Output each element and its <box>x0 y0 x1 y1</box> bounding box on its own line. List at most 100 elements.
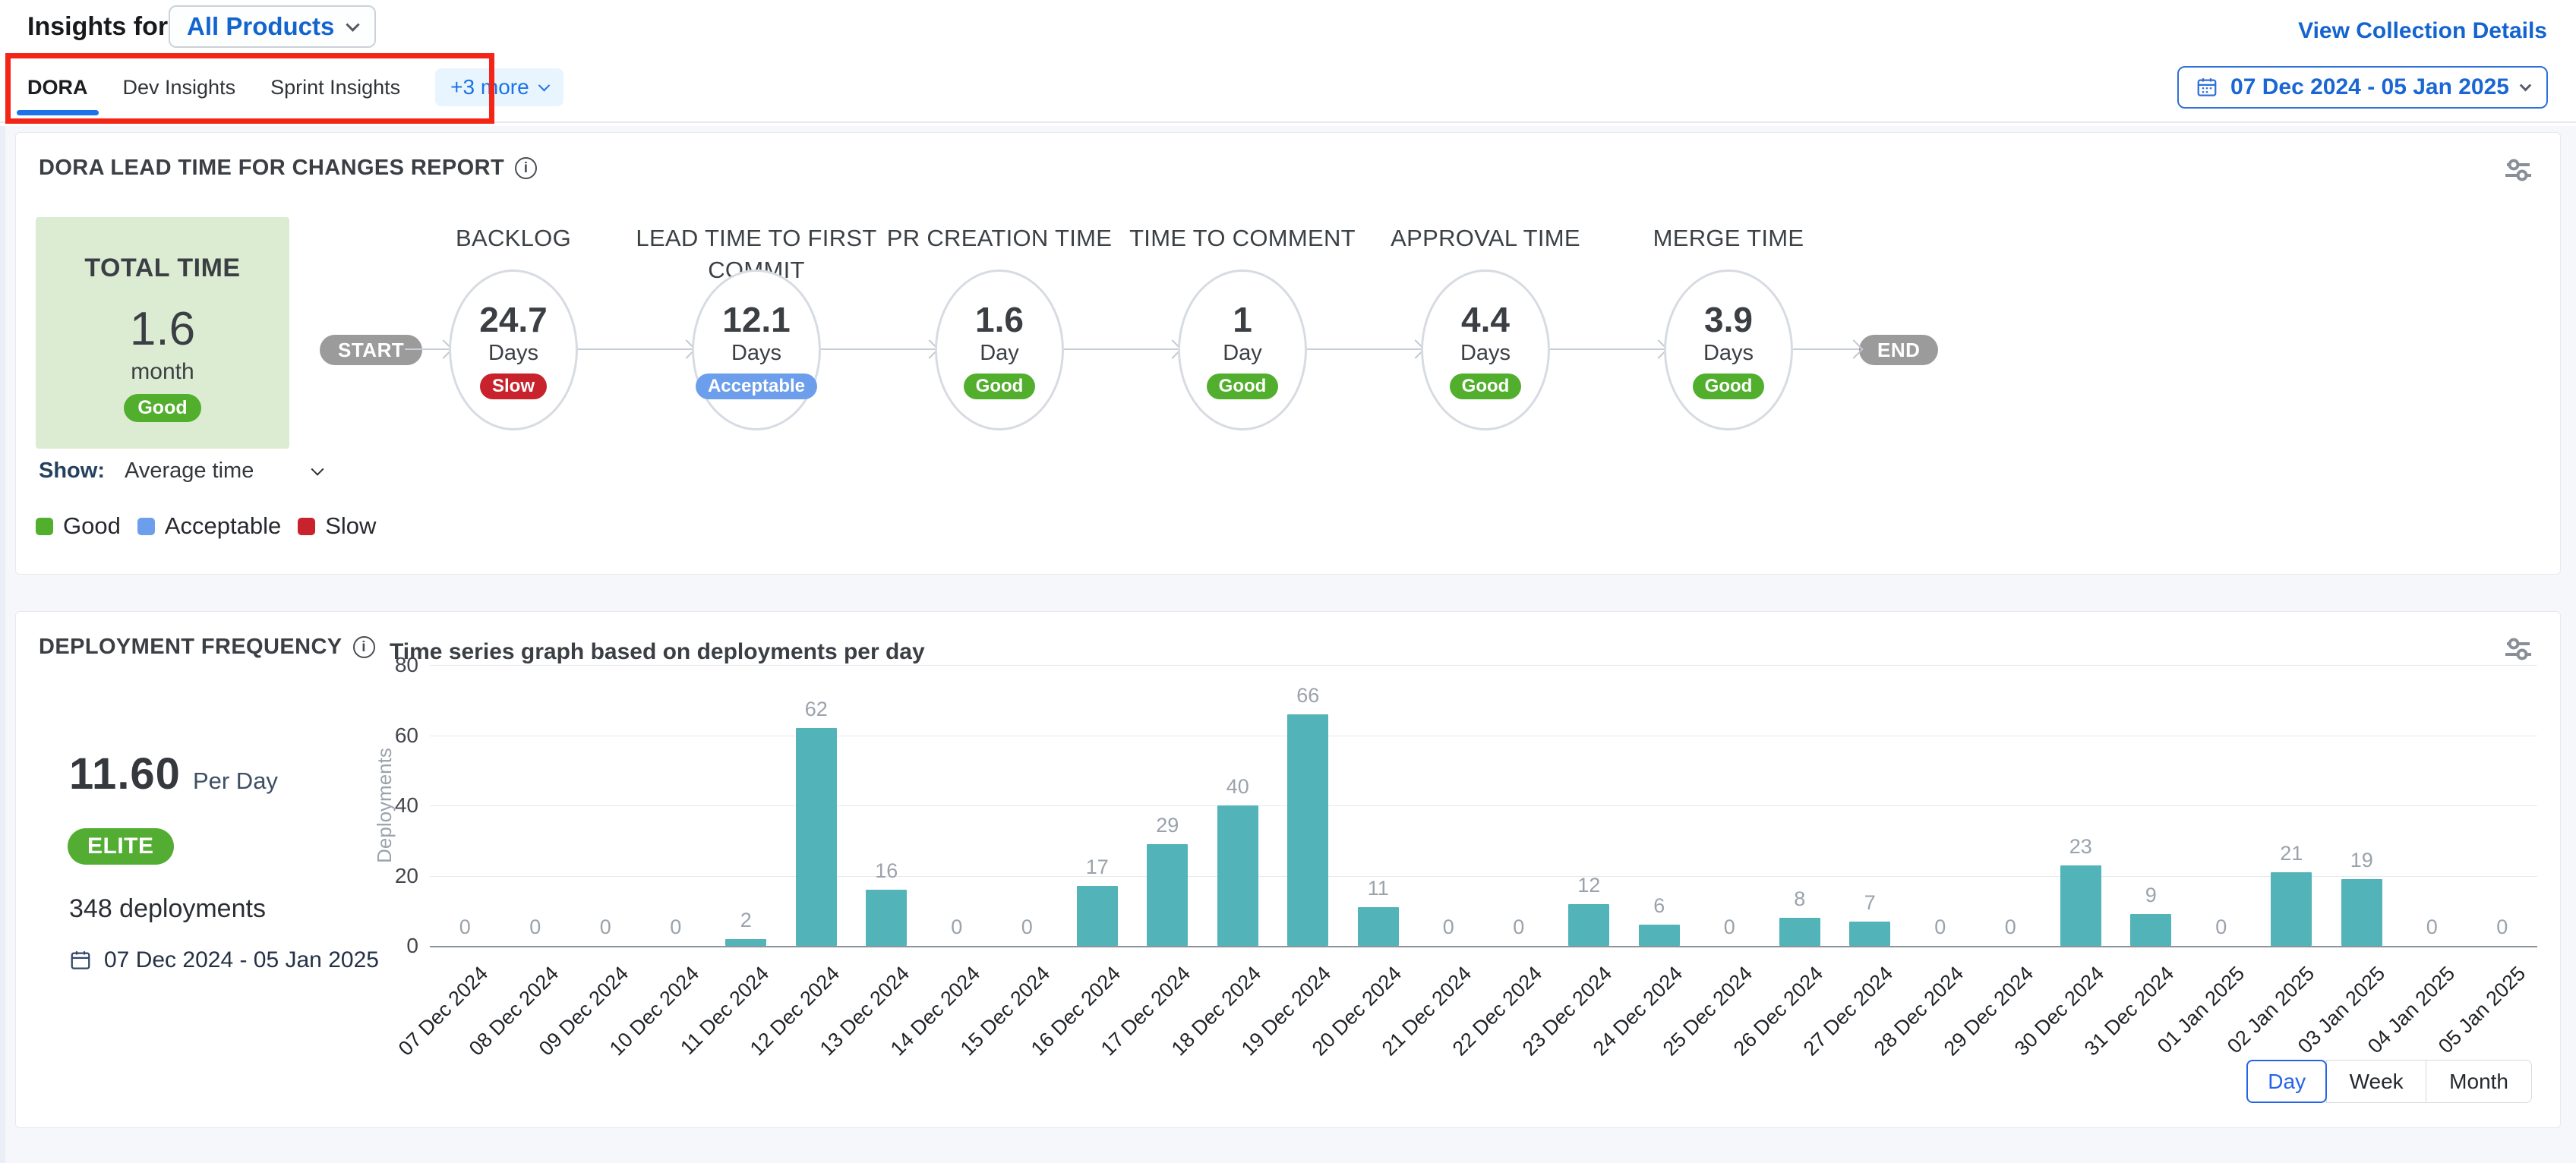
deployment-bar[interactable] <box>796 728 837 946</box>
bar-value-label: 0 <box>1905 916 1975 939</box>
bar-value-label: 12 <box>1554 874 1624 897</box>
total-time-box: TOTAL TIME 1.6 month Good <box>36 217 289 449</box>
bar-value-label: 0 <box>2397 916 2467 939</box>
stage-status-badge: Good <box>1693 373 1765 399</box>
tab-sprint-insights[interactable]: Sprint Insights <box>270 53 400 121</box>
stage-circle: 24.7DaysSlow <box>449 269 578 430</box>
bar-value-label: 6 <box>1624 894 1694 918</box>
tab-dev-insights[interactable]: Dev Insights <box>123 53 236 121</box>
deployment-bar[interactable] <box>2060 865 2101 946</box>
chart-settings-icon[interactable] <box>2502 157 2533 187</box>
granularity-toggle: DayWeekMonth <box>2246 1060 2532 1103</box>
stage-unit: Days <box>1460 341 1511 366</box>
granularity-day-button[interactable]: Day <box>2246 1060 2327 1103</box>
legend-swatch <box>36 518 53 535</box>
deployment-bar[interactable] <box>866 890 907 946</box>
chevron-down-icon <box>311 462 324 475</box>
flow-end-pill: END <box>1859 335 1938 365</box>
stage-unit: Days <box>1703 341 1754 366</box>
stage-value: 1 <box>1233 301 1252 339</box>
show-dropdown[interactable]: Show: Average time <box>39 459 322 484</box>
deployment-bar[interactable] <box>2130 914 2171 946</box>
deployment-bar[interactable] <box>1568 904 1609 947</box>
y-tick-label: 80 <box>373 653 418 677</box>
stage-circle: 12.1DaysAcceptable <box>692 269 821 430</box>
stage-status-badge: Good <box>1207 373 1279 399</box>
granularity-month-button[interactable]: Month <box>2426 1060 2532 1103</box>
deployment-bar[interactable] <box>1147 844 1188 946</box>
product-selector-value: All Products <box>187 12 334 41</box>
y-tick-label: 0 <box>373 934 418 958</box>
product-selector[interactable]: All Products <box>169 5 376 48</box>
bar-value-label: 0 <box>922 916 992 939</box>
stage-value: 1.6 <box>975 301 1024 339</box>
stage-status-badge: Good <box>964 373 1036 399</box>
bar-value-label: 66 <box>1273 684 1343 708</box>
date-range-label: 07 Dec 2024 - 05 Jan 2025 <box>2230 74 2509 100</box>
deployment-bar[interactable] <box>1358 907 1399 946</box>
stage-name: APPROVAL TIME <box>1364 222 1607 254</box>
date-range-picker[interactable]: 07 Dec 2024 - 05 Jan 2025 <box>2177 66 2548 109</box>
deployment-bar[interactable] <box>725 939 766 946</box>
tab-dora[interactable]: DORA <box>27 53 88 121</box>
deployment-bar[interactable] <box>1217 805 1258 946</box>
deployment-bar[interactable] <box>1077 886 1118 946</box>
granularity-week-button[interactable]: Week <box>2326 1060 2427 1103</box>
deployment-bar[interactable] <box>1779 918 1820 946</box>
stage-value: 3.9 <box>1704 301 1753 339</box>
total-time-label: TOTAL TIME <box>36 254 289 283</box>
stage-status-badge: Good <box>1450 373 1522 399</box>
status-legend: GoodAcceptableSlow <box>36 512 376 540</box>
bar-value-label: 0 <box>430 916 500 939</box>
total-time-value: 1.6 <box>36 306 289 353</box>
stage-value: 4.4 <box>1461 301 1510 339</box>
lead-time-title-text: DORA LEAD TIME FOR CHANGES REPORT <box>39 156 504 181</box>
stage-status-badge: Acceptable <box>696 373 817 399</box>
stage-name: PR CREATION TIME <box>878 222 1121 254</box>
bar-value-label: 23 <box>2046 835 2116 859</box>
gridline <box>430 665 2537 666</box>
bar-value-label: 2 <box>711 909 781 932</box>
legend-swatch <box>137 518 155 535</box>
bar-value-label: 8 <box>1765 887 1835 911</box>
stage-unit: Day <box>1223 341 1262 366</box>
stage-circle: 3.9Days Good <box>1664 269 1793 430</box>
view-collection-details-link[interactable]: View Collection Details <box>2298 18 2547 44</box>
more-tabs-button[interactable]: +3 more <box>435 68 564 106</box>
stage-unit: Day <box>980 341 1019 366</box>
stage-value: 24.7 <box>479 301 548 339</box>
lead-time-card: DORA LEAD TIME FOR CHANGES REPORT i TOTA… <box>15 132 2561 575</box>
deployment-bar[interactable] <box>1287 714 1328 946</box>
bar-value-label: 62 <box>781 698 851 721</box>
flow-arrow <box>1550 348 1664 350</box>
bar-value-label: 19 <box>2327 849 2397 872</box>
stage-status-badge: Slow <box>480 373 547 399</box>
legend-label: Slow <box>325 512 376 540</box>
deployment-bar[interactable] <box>1849 922 1890 946</box>
deployment-frequency-card: DEPLOYMENT FREQUENCY i Time series graph… <box>15 611 2561 1128</box>
lead-time-card-title: DORA LEAD TIME FOR CHANGES REPORT i <box>39 156 537 181</box>
page-header: Insights for All Products View Collectio… <box>0 0 2576 126</box>
total-time-unit: month <box>36 359 289 385</box>
stage-circle: 1Day Good <box>1178 269 1307 430</box>
stage-unit: Days <box>731 341 781 366</box>
tabs-container: DORA Dev Insights Sprint Insights +3 more <box>27 53 564 121</box>
bar-value-label: 21 <box>2256 842 2326 865</box>
show-value: Average time <box>125 459 254 484</box>
deployment-bar[interactable] <box>2341 879 2382 946</box>
bar-value-label: 0 <box>641 916 711 939</box>
bar-value-label: 0 <box>1484 916 1554 939</box>
stage-name: BACKLOG <box>392 222 635 254</box>
legend-label: Good <box>63 512 121 540</box>
chevron-down-icon <box>346 17 360 31</box>
bar-value-label: 0 <box>1975 916 2045 939</box>
legend-swatch <box>298 518 315 535</box>
stage-name: MERGE TIME <box>1607 222 1850 254</box>
bar-value-label: 0 <box>1694 916 1764 939</box>
deployment-bar[interactable] <box>1639 925 1680 946</box>
info-icon[interactable]: i <box>515 157 537 179</box>
gridline <box>430 805 2537 806</box>
legend-item: Slow <box>298 512 376 540</box>
deployment-bar[interactable] <box>2271 872 2312 946</box>
flow-start-pill: START <box>320 335 422 365</box>
